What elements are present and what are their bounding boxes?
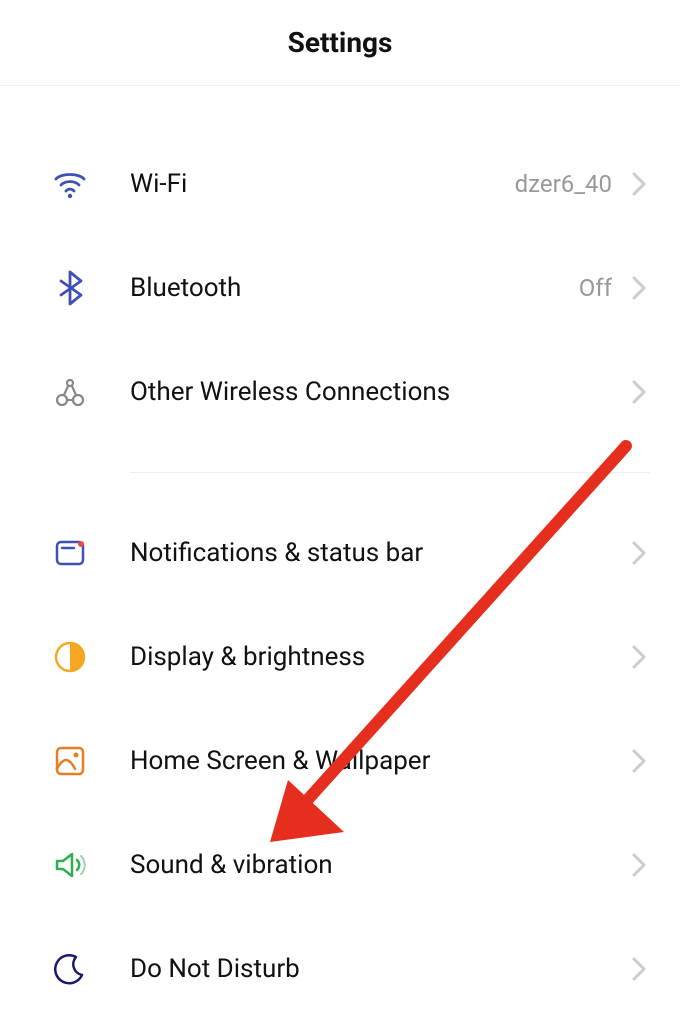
settings-group-1: Wi-Fi dzer6_40 Bluetooth Off: [0, 132, 680, 444]
bluetooth-icon: [48, 266, 92, 310]
moon-icon: [48, 947, 92, 991]
settings-row-other-wireless[interactable]: Other Wireless Connections: [0, 340, 680, 444]
chevron-right-icon: [628, 646, 650, 668]
row-value: Off: [579, 274, 612, 302]
row-label: Wi-Fi: [130, 169, 515, 199]
row-label: Do Not Disturb: [130, 954, 628, 984]
row-label: Home Screen & Wallpaper: [130, 746, 628, 776]
settings-row-bluetooth[interactable]: Bluetooth Off: [0, 236, 680, 340]
settings-row-display[interactable]: Display & brightness: [0, 605, 680, 709]
row-value: dzer6_40: [515, 170, 612, 198]
settings-row-wifi[interactable]: Wi-Fi dzer6_40: [0, 132, 680, 236]
row-label: Bluetooth: [130, 273, 579, 303]
chevron-right-icon: [628, 173, 650, 195]
chevron-right-icon: [628, 381, 650, 403]
settings-row-sound[interactable]: Sound & vibration: [0, 813, 680, 917]
network-icon: [48, 370, 92, 414]
settings-row-home-screen[interactable]: Home Screen & Wallpaper: [0, 709, 680, 813]
status-icon: [48, 531, 92, 575]
divider: [130, 472, 650, 473]
header: Settings: [0, 0, 680, 86]
row-label: Other Wireless Connections: [130, 377, 628, 407]
row-label: Notifications & status bar: [130, 538, 628, 568]
chevron-right-icon: [628, 958, 650, 980]
row-label: Display & brightness: [130, 642, 628, 672]
sound-icon: [48, 843, 92, 887]
settings-group-2: Notifications & status bar Display & bri…: [0, 501, 680, 1021]
page-title: Settings: [288, 26, 393, 59]
chevron-right-icon: [628, 277, 650, 299]
chevron-right-icon: [628, 854, 650, 876]
settings-row-dnd[interactable]: Do Not Disturb: [0, 917, 680, 1021]
row-label: Sound & vibration: [130, 850, 628, 880]
brightness-icon: [48, 635, 92, 679]
wallpaper-icon: [48, 739, 92, 783]
wifi-icon: [48, 162, 92, 206]
chevron-right-icon: [628, 750, 650, 772]
chevron-right-icon: [628, 542, 650, 564]
settings-row-notifications[interactable]: Notifications & status bar: [0, 501, 680, 605]
